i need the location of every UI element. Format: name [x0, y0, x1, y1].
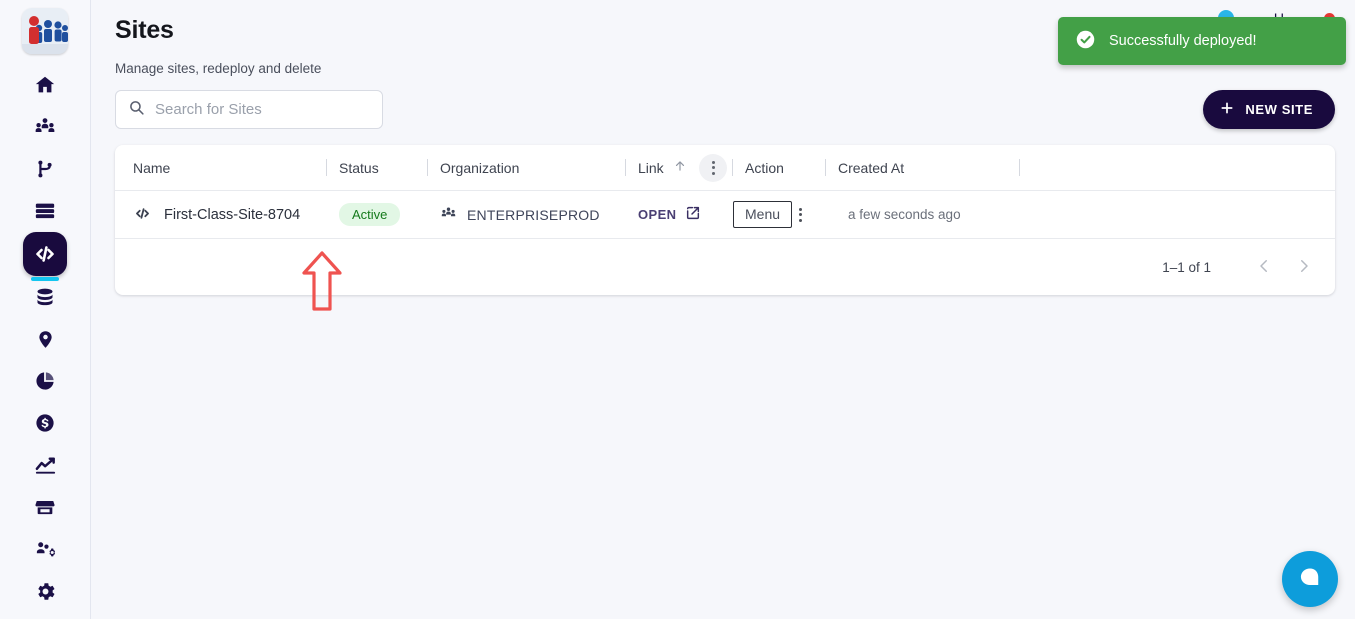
pagination-range: 1–1 of 1	[1162, 260, 1211, 275]
open-link-label: OPEN	[638, 207, 676, 222]
search-input[interactable]	[155, 101, 370, 118]
code-icon	[133, 204, 152, 226]
cell-row-menu-spacer	[694, 191, 732, 238]
column-header-organization[interactable]: Organization	[428, 145, 625, 190]
column-header-end	[1020, 145, 1317, 190]
table-row[interactable]: First-Class-Site-8704 Active ENTERPRISEP…	[115, 191, 1335, 239]
column-label-created-at: Created At	[838, 160, 904, 176]
cell-name: First-Class-Site-8704	[133, 191, 326, 238]
app-logo[interactable]	[22, 8, 68, 54]
team-settings-icon	[34, 538, 57, 561]
sidebar-item-marketplace[interactable]	[21, 486, 69, 528]
column-header-created-at[interactable]: Created At	[826, 145, 1019, 190]
sidebar-item-team-settings[interactable]	[21, 528, 69, 570]
code-icon	[33, 242, 57, 266]
line-chart-icon	[34, 454, 57, 477]
created-at-value: a few seconds ago	[848, 207, 961, 222]
chat-bubble-icon	[1297, 565, 1323, 594]
kebab-menu-icon[interactable]	[799, 208, 802, 222]
column-header-action[interactable]: Action	[733, 145, 825, 190]
new-site-button[interactable]: NEW SITE	[1203, 90, 1335, 129]
column-header-name[interactable]: Name	[133, 145, 326, 190]
pie-chart-icon	[34, 370, 56, 392]
database-icon	[34, 286, 56, 308]
organization-name: ENTERPRISEPROD	[467, 207, 600, 223]
pagination-next-button[interactable]	[1287, 250, 1321, 284]
plus-icon	[1219, 100, 1235, 119]
dollar-icon	[34, 412, 56, 434]
toast-notification[interactable]: Successfully deployed!	[1058, 17, 1346, 65]
sidebar-item-reports[interactable]	[21, 360, 69, 402]
sidebar-item-settings[interactable]	[21, 570, 69, 612]
cell-end	[1020, 191, 1317, 238]
check-circle-icon	[1075, 29, 1096, 54]
open-link[interactable]: OPEN	[638, 205, 701, 224]
git-branch-icon	[34, 158, 56, 180]
chevron-right-icon	[1295, 257, 1313, 278]
server-icon	[34, 200, 56, 222]
cell-created-at: a few seconds ago	[826, 191, 1019, 238]
location-pin-icon	[35, 329, 56, 350]
sidebar-item-analytics[interactable]	[21, 444, 69, 486]
sites-table-card: Name Status Organization Link	[115, 145, 1335, 295]
app-root: U Sites Manage sites, redeploy and delet…	[0, 0, 1355, 619]
organization-icon	[440, 205, 457, 225]
kebab-menu-icon[interactable]	[699, 154, 727, 182]
new-site-label: NEW SITE	[1245, 102, 1313, 117]
store-icon	[34, 496, 56, 518]
cell-status: Active	[327, 191, 427, 238]
column-label-status: Status	[339, 160, 379, 176]
sidebar-item-pipelines[interactable]	[21, 148, 69, 190]
cell-action: Menu	[733, 191, 825, 238]
column-header-status[interactable]: Status	[327, 145, 427, 190]
chat-widget-button[interactable]	[1282, 551, 1338, 607]
sidebar-item-servers[interactable]	[21, 190, 69, 232]
pagination: 1–1 of 1	[115, 239, 1335, 295]
cell-link: OPEN	[626, 191, 694, 238]
gear-icon	[34, 580, 57, 603]
row-menu-button[interactable]: Menu	[733, 201, 792, 227]
toolbar: NEW SITE	[115, 90, 1335, 129]
arrow-up-icon[interactable]	[673, 159, 687, 176]
sidebar-item-home[interactable]	[21, 64, 69, 106]
site-name: First-Class-Site-8704	[164, 207, 300, 223]
sidebar-item-sites[interactable]	[23, 232, 67, 276]
sidebar-item-billing[interactable]	[21, 402, 69, 444]
users-icon	[34, 116, 56, 138]
toast-message: Successfully deployed!	[1109, 33, 1257, 49]
sidebar-item-users[interactable]	[21, 106, 69, 148]
cell-organization: ENTERPRISEPROD	[428, 191, 625, 238]
column-label-link: Link	[638, 160, 664, 176]
sidebar-item-locations[interactable]	[21, 318, 69, 360]
main-content: U Sites Manage sites, redeploy and delet…	[91, 0, 1355, 619]
search-box[interactable]	[115, 90, 383, 129]
column-header-link[interactable]: Link	[626, 145, 694, 190]
sidebar-item-databases[interactable]	[21, 276, 69, 318]
table-header-row: Name Status Organization Link	[115, 145, 1335, 191]
column-label-action: Action	[745, 160, 784, 176]
pagination-prev-button[interactable]	[1247, 250, 1281, 284]
column-label-organization: Organization	[440, 160, 519, 176]
column-header-menu[interactable]	[694, 145, 732, 190]
chevron-left-icon	[1255, 257, 1273, 278]
home-icon	[34, 74, 56, 96]
column-label-name: Name	[133, 160, 170, 176]
sidebar	[0, 0, 91, 619]
status-badge: Active	[339, 203, 400, 226]
search-icon	[128, 99, 145, 121]
